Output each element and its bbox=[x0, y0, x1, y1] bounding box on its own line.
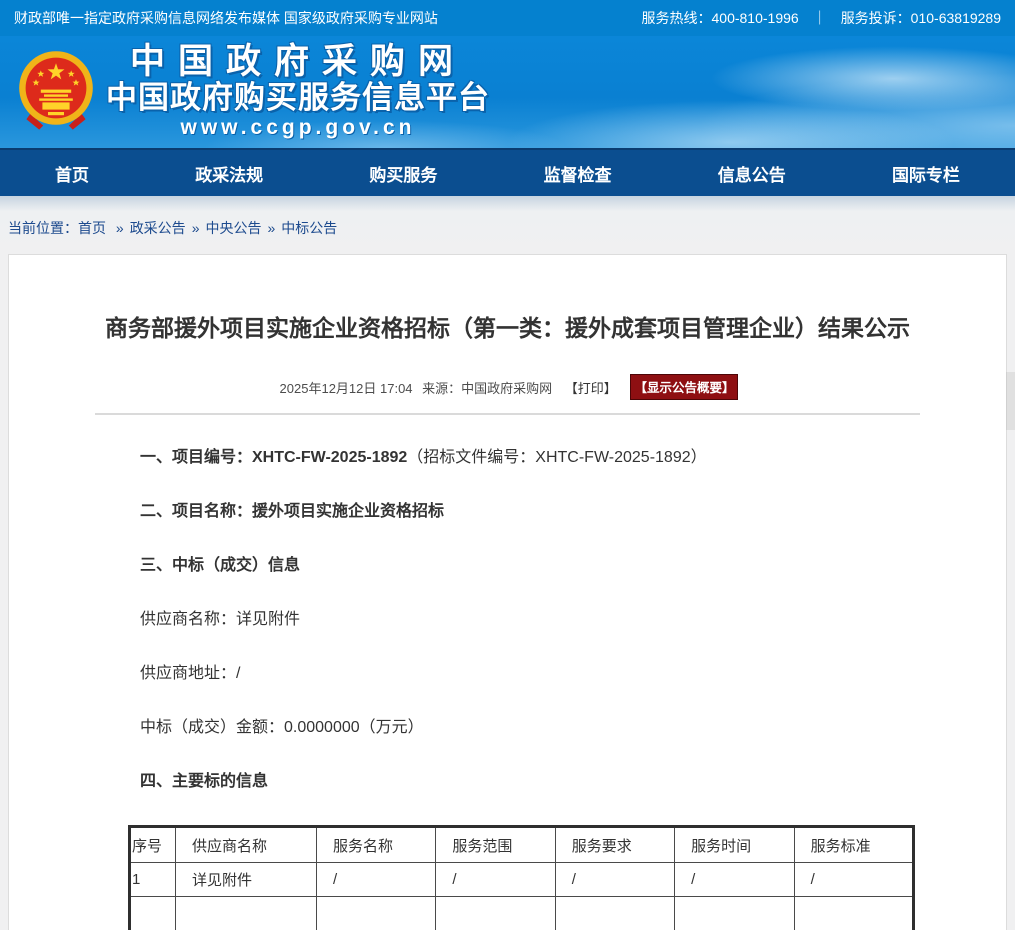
paragraph-6: 中标（成交）金额：0.0000000（万元） bbox=[140, 717, 966, 738]
table-header-row: 序号供应商名称服务名称服务范围服务要求服务时间服务标准 bbox=[130, 827, 914, 863]
service-complaint: 服务投诉：010-63819289 bbox=[841, 8, 1001, 28]
paragraph-1: 一、项目编号：XHTC-FW-2025-1892（招标文件编号：XHTC-FW-… bbox=[140, 447, 966, 468]
show-summary-button[interactable]: 【显示公告概要】 bbox=[630, 374, 738, 400]
nav-item-4[interactable]: 监督检查 bbox=[544, 161, 612, 186]
table-header-cell-7: 服务标准 bbox=[794, 827, 913, 863]
site-url: www.ccgp.gov.cn bbox=[106, 115, 490, 141]
table-cell bbox=[130, 897, 176, 930]
site-slogan: 财政部唯一指定政府采购信息网络发布媒体 国家级政府采购专业网站 bbox=[14, 8, 438, 28]
nav-item-2[interactable]: 政采法规 bbox=[195, 161, 263, 186]
nav-item-3[interactable]: 购买服务 bbox=[369, 161, 437, 186]
paragraph-2: 二、项目名称：援外项目实施企业资格招标 bbox=[140, 501, 966, 522]
announcement-panel: 商务部援外项目实施企业资格招标（第一类：援外成套项目管理企业）结果公示 2025… bbox=[8, 254, 1007, 930]
table-empty-row bbox=[130, 897, 914, 930]
site-name: 中国政府采购网 bbox=[106, 43, 490, 81]
table-cell bbox=[436, 897, 555, 930]
breadcrumb-link-4[interactable]: 中标公告 bbox=[281, 220, 337, 236]
site-header: 中国政府采购网 中国政府购买服务信息平台 www.ccgp.gov.cn bbox=[0, 36, 1015, 148]
breadcrumb-separator: » bbox=[267, 220, 275, 236]
hotline-separator: ｜ bbox=[813, 8, 827, 28]
page-title: 商务部援外项目实施企业资格招标（第一类：援外成套项目管理企业）结果公示 bbox=[9, 309, 1006, 343]
publish-datetime: 2025年12月12日 17:04 bbox=[280, 381, 413, 396]
table-header-cell-4: 服务范围 bbox=[436, 827, 555, 863]
national-emblem-icon bbox=[16, 49, 96, 135]
table-header-cell-5: 服务要求 bbox=[555, 827, 674, 863]
table-cell: / bbox=[317, 863, 436, 897]
top-utility-bar: 财政部唯一指定政府采购信息网络发布媒体 国家级政府采购专业网站 服务热线：400… bbox=[0, 0, 1015, 36]
service-hotline: 服务热线：400-810-1996 bbox=[642, 8, 799, 28]
content-area: 商务部援外项目实施企业资格招标（第一类：援外成套项目管理企业）结果公示 2025… bbox=[0, 254, 1015, 930]
table-cell bbox=[317, 897, 436, 930]
table-cell: / bbox=[675, 863, 794, 897]
site-subtitle: 中国政府购买服务信息平台 bbox=[106, 81, 490, 115]
table-cell bbox=[675, 897, 794, 930]
breadcrumb-separator: » bbox=[192, 220, 200, 236]
scrollbar-thumb[interactable] bbox=[1006, 372, 1015, 430]
table-row: 1详见附件///// bbox=[130, 863, 914, 897]
table-cell bbox=[176, 897, 317, 930]
breadcrumb-link-2[interactable]: 政采公告 bbox=[130, 220, 186, 236]
paragraph-4: 供应商名称：详见附件 bbox=[140, 609, 966, 630]
print-button[interactable]: 【打印】 bbox=[565, 381, 617, 396]
table-header-cell-2: 供应商名称 bbox=[176, 827, 317, 863]
nav-item-1[interactable]: 首页 bbox=[55, 161, 89, 186]
paragraph-7: 四、主要标的信息 bbox=[140, 771, 966, 792]
table-header-cell-3: 服务名称 bbox=[317, 827, 436, 863]
table-cell: / bbox=[436, 863, 555, 897]
nav-item-5[interactable]: 信息公告 bbox=[718, 161, 786, 186]
breadcrumb-label: 当前位置： bbox=[8, 220, 78, 236]
lot-info-table: 序号供应商名称服务名称服务范围服务要求服务时间服务标准 1详见附件///// bbox=[128, 825, 915, 930]
table-cell bbox=[794, 897, 913, 930]
breadcrumb-items: 首页 » 政采公告 » 中央公告 » 中标公告 bbox=[78, 220, 337, 236]
nav-item-6[interactable]: 国际专栏 bbox=[892, 161, 960, 186]
table-header-cell-6: 服务时间 bbox=[675, 827, 794, 863]
table-cell: 详见附件 bbox=[176, 863, 317, 897]
table-cell bbox=[555, 897, 674, 930]
article-meta: 2025年12月12日 17:04 来源：中国政府采购网 【打印】 【显示公告概… bbox=[9, 374, 1006, 400]
table-cell: 1 bbox=[130, 863, 176, 897]
table-cell: / bbox=[555, 863, 674, 897]
paragraph-5: 供应商地址：/ bbox=[140, 663, 966, 684]
breadcrumb-link-3[interactable]: 中央公告 bbox=[205, 220, 261, 236]
source-label: 来源：中国政府采购网 bbox=[422, 381, 552, 396]
paragraph-3: 三、中标（成交）信息 bbox=[140, 555, 966, 576]
article-body: 一、项目编号：XHTC-FW-2025-1892（招标文件编号：XHTC-FW-… bbox=[9, 415, 1006, 930]
breadcrumb-link-1[interactable]: 首页 bbox=[78, 220, 110, 236]
table-cell: / bbox=[794, 863, 913, 897]
site-logo[interactable]: 中国政府采购网 中国政府购买服务信息平台 www.ccgp.gov.cn bbox=[16, 43, 490, 141]
breadcrumb: 当前位置：首页 » 政采公告 » 中央公告 » 中标公告 bbox=[0, 196, 1015, 254]
breadcrumb-separator: » bbox=[116, 220, 124, 236]
table-header-cell-1: 序号 bbox=[130, 827, 176, 863]
main-nav: 首页 政采法规 购买服务 监督检查 信息公告 国际专栏 bbox=[0, 148, 1015, 196]
